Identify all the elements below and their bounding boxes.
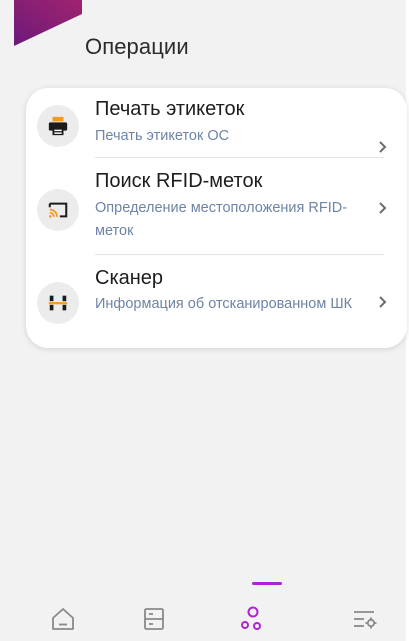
cast-signal-icon [48,202,68,218]
printer-icon-badge [37,105,79,147]
nav-tab-home[interactable] [33,582,93,641]
chevron-right-icon [379,296,387,308]
bottom-navigation [0,582,406,641]
home-icon [52,608,74,630]
nav-tab-operations[interactable] [221,582,281,641]
list-icon [144,608,164,630]
operation-item-scanner[interactable]: Сканер Информация об отсканированном ШК [26,255,407,348]
nav-tab-list[interactable] [124,582,184,641]
nav-tab-settings[interactable] [335,582,395,641]
operations-card: Печать этикеток Печать этикеток ОС Поиск… [26,88,407,348]
page-title: Операции [85,34,189,59]
operations-icon [241,606,261,630]
operation-title: Сканер [95,267,164,289]
operation-item-print-labels[interactable]: Печать этикеток Печать этикеток ОС [26,88,407,158]
brand-corner-decoration [14,0,82,48]
chevron-right-icon [379,141,387,153]
settings-icon [354,611,377,629]
chevron-right-icon [379,202,387,214]
operation-subtitle: Информация об отсканированном ШК [95,296,353,312]
scanner-icon [48,295,68,311]
operation-title: Поиск RFID-меток [95,170,263,192]
operation-subtitle: Печать этикеток ОС [95,128,230,144]
operation-item-rfid-search[interactable]: Поиск RFID-меток Определение местоположе… [26,158,407,254]
cast-signal-icon-badge [37,189,79,231]
app-screen: Операции Печать этикеток Печать этикеток… [0,0,409,641]
operation-subtitle: Определение местоположения RFID-меток [95,200,348,239]
operation-title: Печать этикеток [95,98,245,120]
scanner-icon-badge [37,282,79,324]
printer-icon [48,116,68,136]
